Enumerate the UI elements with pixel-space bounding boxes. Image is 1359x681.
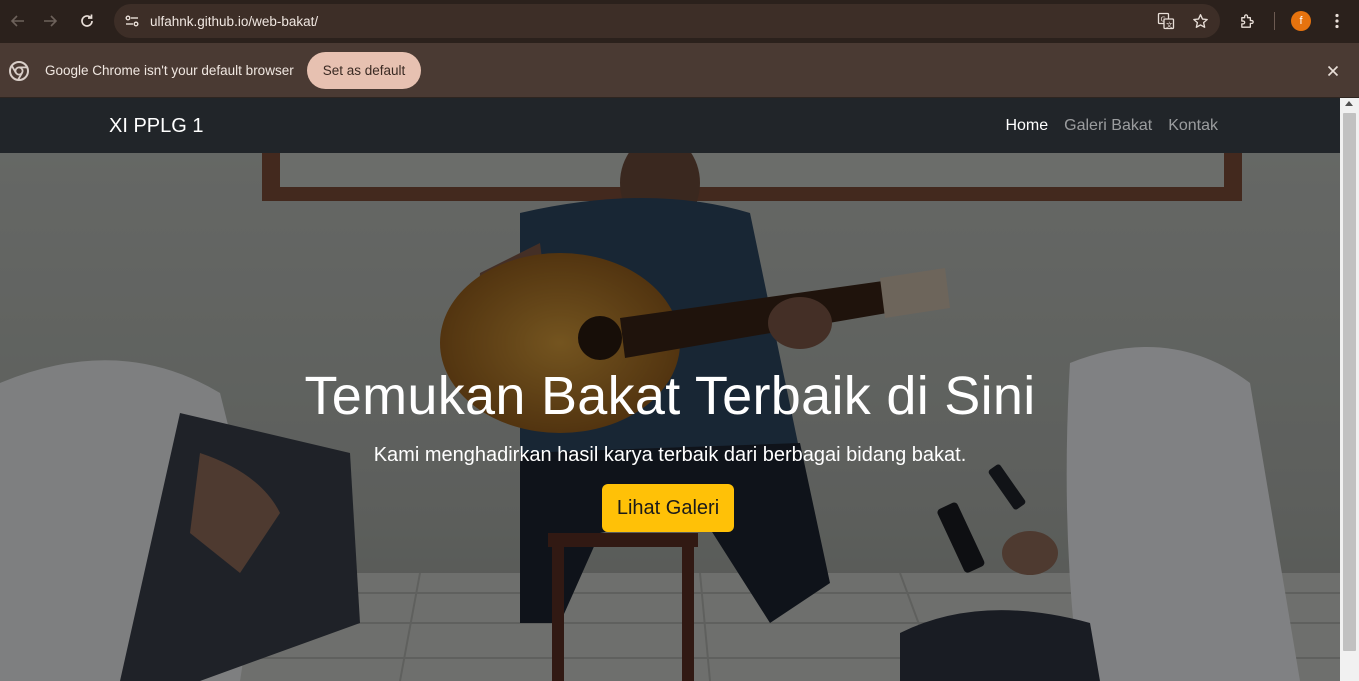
hero-content: Temukan Bakat Terbaik di Sini Kami mengh… <box>0 153 1340 681</box>
browser-toolbar: ulfahnk.github.io/web-bakat/ G文 f <box>0 0 1359 43</box>
page-scrollbar[interactable] <box>1340 98 1359 681</box>
set-as-default-button[interactable]: Set as default <box>307 52 421 89</box>
default-browser-infobar: Google Chrome isn't your default browser… <box>0 43 1359 98</box>
hero-subtitle: Kami menghadirkan hasil karya terbaik da… <box>373 444 967 466</box>
lihat-galeri-button[interactable]: Lihat Galeri <box>602 484 734 532</box>
chrome-logo-icon <box>9 61 29 81</box>
profile-avatar[interactable]: f <box>1291 11 1311 31</box>
arrow-left-icon <box>10 15 24 27</box>
page-viewport: XI PPLG 1 Home Galeri Bakat Kontak Temuk… <box>0 98 1359 681</box>
svg-text:文: 文 <box>1166 20 1173 29</box>
extensions-icon[interactable] <box>1232 6 1262 36</box>
scrollbar-thumb[interactable] <box>1343 113 1356 651</box>
translate-icon[interactable]: G文 <box>1154 9 1178 33</box>
hero-title: Temukan Bakat Terbaik di Sini <box>304 366 1036 426</box>
url-text[interactable]: ulfahnk.github.io/web-bakat/ <box>150 14 318 29</box>
bookmark-star-icon[interactable] <box>1188 9 1212 33</box>
hero-section: Temukan Bakat Terbaik di Sini Kami mengh… <box>0 153 1340 681</box>
site-info-icon[interactable] <box>116 5 148 37</box>
infobar-message: Google Chrome isn't your default browser <box>45 63 294 78</box>
toolbar-divider <box>1274 12 1275 30</box>
back-button[interactable] <box>0 3 36 39</box>
forward-button[interactable] <box>32 3 68 39</box>
scroll-up-arrow-icon[interactable] <box>1345 101 1353 106</box>
reload-button[interactable] <box>69 3 105 39</box>
reload-icon <box>81 14 93 27</box>
nav-link-home[interactable]: Home <box>1005 117 1048 135</box>
nav-link-galeri-bakat[interactable]: Galeri Bakat <box>1064 117 1152 135</box>
site-brand[interactable]: XI PPLG 1 <box>109 115 204 138</box>
close-icon[interactable] <box>1322 60 1344 82</box>
arrow-right-icon <box>44 15 58 27</box>
nav-link-kontak[interactable]: Kontak <box>1168 117 1218 135</box>
nav-links: Home Galeri Bakat Kontak <box>1005 117 1218 135</box>
more-menu-icon[interactable] <box>1326 7 1348 35</box>
address-bar[interactable]: ulfahnk.github.io/web-bakat/ G文 <box>114 4 1220 38</box>
site-navbar: XI PPLG 1 Home Galeri Bakat Kontak <box>0 98 1340 153</box>
